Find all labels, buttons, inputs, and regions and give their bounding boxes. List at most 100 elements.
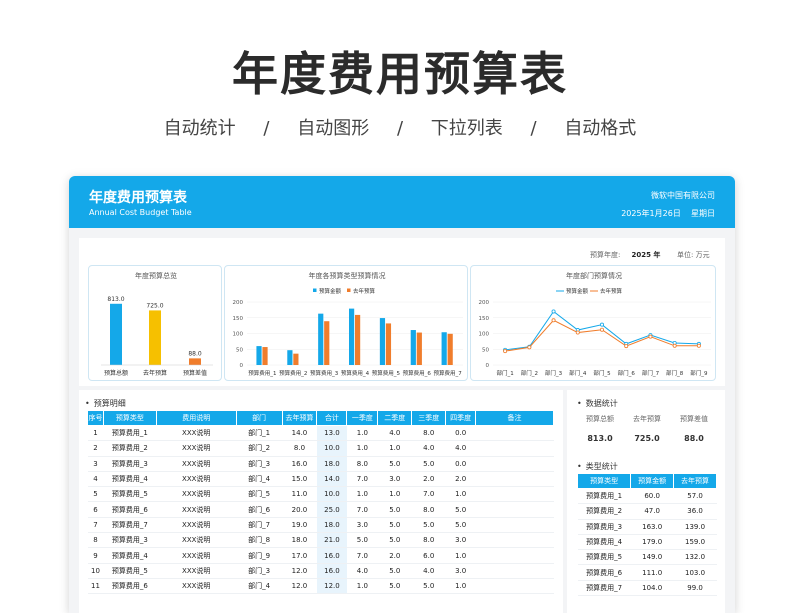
- table-cell[interactable]: 7: [87, 517, 104, 534]
- table-cell[interactable]: 13.0: [316, 425, 347, 442]
- table-cell[interactable]: 部门_4: [236, 578, 282, 595]
- column-header[interactable]: 一季度: [346, 410, 379, 426]
- table-cell[interactable]: 10.0: [316, 486, 347, 503]
- table-cell[interactable]: XXX说明: [156, 440, 237, 457]
- table-cell[interactable]: 预算费用_5: [103, 563, 157, 579]
- table-cell[interactable]: 4: [87, 471, 104, 488]
- table-cell[interactable]: 18.0: [282, 532, 317, 549]
- table-cell[interactable]: 2.0: [377, 547, 412, 564]
- table-cell[interactable]: XXX说明: [156, 563, 237, 579]
- table-cell[interactable]: 16.0: [282, 456, 317, 472]
- table-cell[interactable]: 预算费用_6: [103, 501, 157, 518]
- table-cell[interactable]: 1.0: [346, 440, 378, 457]
- column-header[interactable]: 费用说明: [155, 410, 237, 426]
- table-cell[interactable]: 18.0: [316, 517, 347, 534]
- table-cell[interactable]: 5.0: [411, 456, 446, 472]
- table-cell[interactable]: 8.0: [411, 425, 446, 442]
- table-cell[interactable]: 4.0: [346, 563, 378, 579]
- table-cell[interactable]: 14.0: [282, 425, 317, 442]
- table-cell[interactable]: 部门_2: [236, 440, 282, 457]
- table-cell[interactable]: 3.0: [346, 517, 378, 534]
- column-header[interactable]: 合计: [316, 410, 348, 426]
- table-cell[interactable]: 预算费用_7: [103, 517, 157, 534]
- table-cell[interactable]: 6: [87, 501, 104, 518]
- table-cell[interactable]: 5.0: [377, 456, 412, 472]
- column-header[interactable]: 去年预算: [281, 410, 318, 426]
- table-cell[interactable]: [475, 471, 554, 488]
- table-cell[interactable]: 2.0: [445, 471, 476, 488]
- table-cell[interactable]: 8.0: [411, 501, 446, 518]
- table-cell[interactable]: 9: [87, 547, 104, 564]
- table-cell[interactable]: [475, 547, 554, 564]
- table-cell[interactable]: XXX说明: [156, 578, 237, 595]
- table-cell[interactable]: 12.0: [316, 578, 347, 595]
- table-cell[interactable]: 部门_8: [236, 532, 282, 549]
- column-header[interactable]: 部门: [235, 410, 283, 426]
- table-cell[interactable]: 1.0: [346, 578, 378, 595]
- table-cell[interactable]: XXX说明: [156, 547, 237, 564]
- table-cell[interactable]: 7.0: [346, 471, 378, 488]
- table-cell[interactable]: [475, 440, 554, 457]
- table-cell[interactable]: 5.0: [377, 532, 412, 549]
- table-cell[interactable]: 预算费用_3: [103, 456, 157, 472]
- column-header[interactable]: 三季度: [411, 410, 447, 426]
- table-cell[interactable]: 预算费用_6: [103, 578, 157, 595]
- table-cell[interactable]: 预算费用_1: [103, 425, 157, 442]
- table-cell[interactable]: 4.0: [445, 440, 476, 457]
- table-cell[interactable]: 5.0: [377, 517, 412, 534]
- table-cell[interactable]: 1.0: [346, 425, 378, 442]
- table-cell[interactable]: 4.0: [411, 440, 446, 457]
- table-cell[interactable]: 1.0: [346, 486, 378, 503]
- table-cell[interactable]: 5.0: [411, 517, 446, 534]
- table-cell[interactable]: 11: [87, 578, 104, 595]
- table-cell[interactable]: [475, 578, 554, 595]
- table-cell[interactable]: 7.0: [346, 501, 378, 518]
- table-cell[interactable]: [475, 456, 554, 472]
- table-cell[interactable]: 4.0: [377, 425, 412, 442]
- table-cell[interactable]: 预算费用_4: [103, 471, 157, 488]
- table-cell[interactable]: 部门_6: [236, 501, 282, 518]
- table-cell[interactable]: 5.0: [377, 578, 412, 595]
- table-cell[interactable]: 5.0: [377, 501, 412, 518]
- year-select[interactable]: 2025 年: [632, 251, 661, 259]
- column-header[interactable]: 备注: [475, 410, 554, 426]
- table-cell[interactable]: [475, 486, 554, 503]
- table-cell[interactable]: 5.0: [377, 563, 412, 579]
- table-cell[interactable]: 预算费用_5: [103, 486, 157, 503]
- table-cell[interactable]: 部门_3: [236, 563, 282, 579]
- table-cell[interactable]: XXX说明: [156, 517, 237, 534]
- table-cell[interactable]: 8: [87, 532, 104, 549]
- table-cell[interactable]: 5: [87, 486, 104, 503]
- table-cell[interactable]: 预算费用_2: [103, 440, 157, 457]
- column-header[interactable]: 二季度: [377, 410, 413, 426]
- table-cell[interactable]: 5.0: [445, 501, 476, 518]
- table-cell[interactable]: 15.0: [282, 471, 317, 488]
- table-cell[interactable]: 16.0: [316, 563, 347, 579]
- table-cell[interactable]: 19.0: [282, 517, 317, 534]
- table-cell[interactable]: 1: [87, 425, 104, 442]
- table-cell[interactable]: 2.0: [411, 471, 446, 488]
- table-cell[interactable]: 部门_3: [236, 456, 282, 472]
- table-cell[interactable]: [475, 563, 554, 579]
- table-cell[interactable]: 1.0: [377, 486, 412, 503]
- table-cell[interactable]: 3.0: [445, 563, 476, 579]
- table-cell[interactable]: XXX说明: [156, 501, 237, 518]
- table-cell[interactable]: XXX说明: [156, 532, 237, 549]
- table-cell[interactable]: 25.0: [316, 501, 347, 518]
- table-cell[interactable]: 1.0: [445, 486, 476, 503]
- table-cell[interactable]: [475, 501, 554, 518]
- table-cell[interactable]: 18.0: [316, 456, 347, 472]
- table-cell[interactable]: [475, 425, 554, 442]
- table-cell[interactable]: 3.0: [445, 532, 476, 549]
- table-cell[interactable]: XXX说明: [156, 486, 237, 503]
- table-cell[interactable]: 7.0: [411, 486, 446, 503]
- table-cell[interactable]: 部门_4: [236, 471, 282, 488]
- table-cell[interactable]: 21.0: [316, 532, 347, 549]
- table-cell[interactable]: 部门_5: [236, 486, 282, 503]
- table-cell[interactable]: 20.0: [282, 501, 317, 518]
- table-cell[interactable]: 6.0: [411, 547, 446, 564]
- table-cell[interactable]: 3: [87, 456, 104, 472]
- table-cell[interactable]: 10.0: [316, 440, 347, 457]
- table-cell[interactable]: 部门_9: [236, 547, 282, 564]
- table-cell[interactable]: 5.0: [411, 578, 446, 595]
